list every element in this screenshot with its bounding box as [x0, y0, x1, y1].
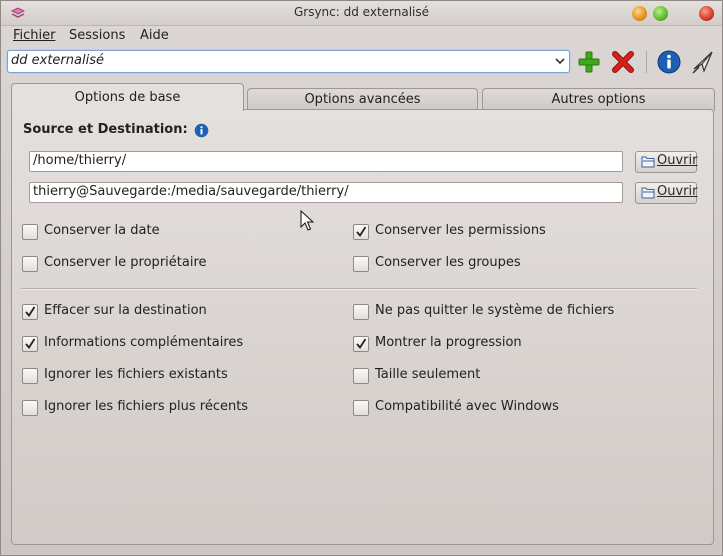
checkbox[interactable] — [22, 400, 38, 416]
checkbox[interactable] — [353, 304, 369, 320]
toolbar-separator — [646, 51, 647, 73]
tab-options-de-base[interactable]: Options de base — [11, 83, 244, 111]
checkbox-checked[interactable] — [22, 304, 38, 320]
menu-sessions[interactable]: Sessions — [69, 28, 125, 43]
checkbox-checked[interactable] — [353, 336, 369, 352]
menu-bar: Fichier Sessions Aide — [1, 26, 722, 48]
folder-open-icon — [641, 156, 655, 168]
open-destination-button[interactable]: Ouvrir — [635, 182, 697, 204]
checkbox[interactable] — [353, 368, 369, 384]
delete-session-icon[interactable] — [610, 49, 636, 75]
section-info-icon[interactable] — [194, 123, 209, 138]
info-icon[interactable] — [656, 49, 682, 75]
checkbox-checked[interactable] — [22, 336, 38, 352]
tab-autres-options[interactable]: Autres options — [482, 88, 715, 111]
tab-options-avancees[interactable]: Options avancées — [247, 88, 478, 111]
session-select[interactable]: dd externalisé — [7, 50, 570, 73]
execute-icon[interactable] — [690, 49, 716, 75]
checkbox-checked[interactable] — [353, 224, 369, 240]
checkbox[interactable] — [353, 256, 369, 272]
add-session-icon[interactable] — [576, 49, 602, 75]
source-path-field[interactable]: /home/thierry/ — [29, 151, 623, 172]
options-divider — [21, 288, 697, 290]
folder-open-icon — [641, 187, 655, 199]
chevron-down-icon[interactable] — [554, 55, 566, 67]
checkbox[interactable] — [22, 256, 38, 272]
menu-fichier[interactable]: Fichier — [13, 28, 56, 43]
checkbox[interactable] — [353, 400, 369, 416]
minimize-button[interactable] — [632, 6, 647, 21]
window-title: Grsync: dd externalisé — [293, 5, 430, 19]
menu-aide[interactable]: Aide — [140, 28, 169, 43]
checkbox[interactable] — [22, 224, 38, 240]
mouse-cursor-icon — [300, 210, 314, 231]
checkbox[interactable] — [22, 368, 38, 384]
session-select-value: dd externalisé — [11, 53, 104, 68]
title-bar[interactable]: Grsync: dd externalisé — [1, 1, 722, 26]
maximize-button[interactable] — [653, 6, 668, 21]
destination-path-value: thierry@Sauvegarde:/media/sauvegarde/thi… — [33, 184, 349, 199]
close-button[interactable] — [699, 6, 714, 21]
section-title: Source et Destination: — [23, 122, 188, 137]
destination-path-field[interactable]: thierry@Sauvegarde:/media/sauvegarde/thi… — [29, 182, 623, 203]
open-source-button[interactable]: Ouvrir — [635, 151, 697, 173]
options-panel — [11, 109, 714, 545]
source-path-value: /home/thierry/ — [33, 153, 127, 168]
grsync-window: Grsync: dd externalisé Fichier Sessions … — [0, 0, 723, 556]
